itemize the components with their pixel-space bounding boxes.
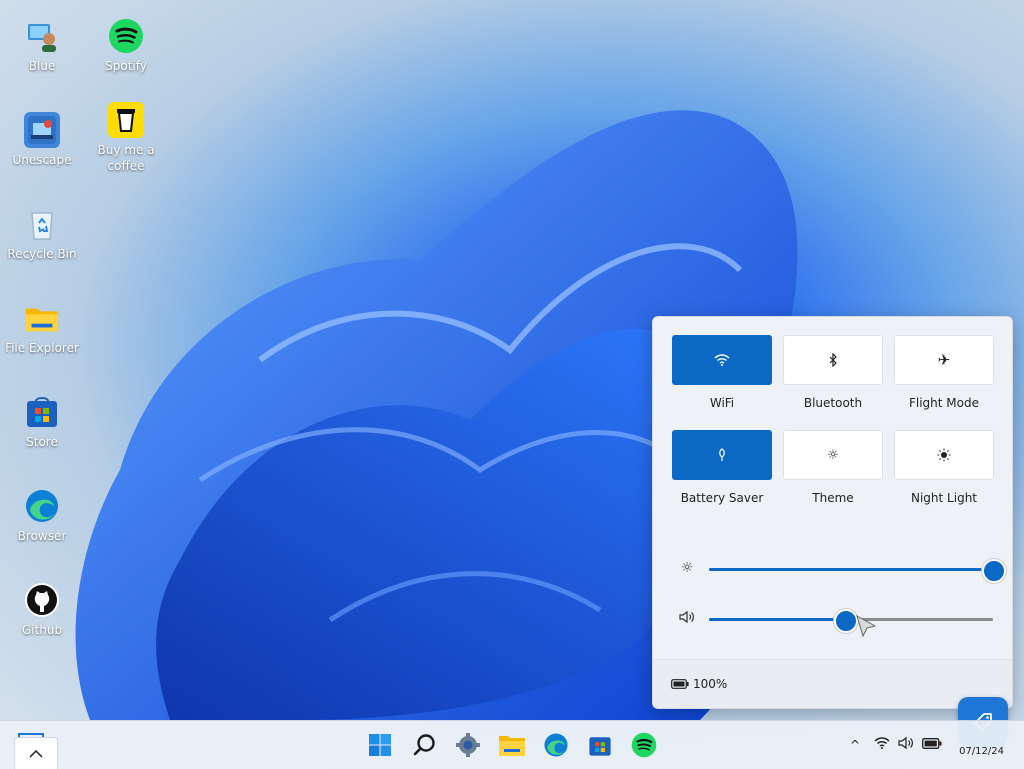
flight-mode-toggle[interactable]: ✈ bbox=[894, 335, 994, 385]
night-light-icon bbox=[937, 448, 951, 462]
desktop-icon-label: Store bbox=[26, 435, 58, 449]
night-light-toggle[interactable] bbox=[894, 430, 994, 480]
desktop-icon-file-explorer[interactable]: File Explorer bbox=[0, 300, 84, 356]
tile-label: Battery Saver bbox=[680, 491, 764, 505]
theme-toggle[interactable]: ☼ bbox=[783, 430, 883, 480]
recycle-bin-icon bbox=[24, 206, 60, 242]
battery-saver-toggle[interactable] bbox=[672, 430, 772, 480]
volume-status-icon[interactable] bbox=[898, 736, 916, 754]
volume-slider-fill bbox=[709, 618, 846, 621]
user-computer-icon bbox=[24, 18, 60, 54]
system-tray: ^ bbox=[846, 721, 942, 769]
taskbar-spotify-button[interactable] bbox=[628, 729, 660, 761]
wifi-status-icon[interactable] bbox=[874, 737, 892, 753]
windows-start-icon bbox=[369, 734, 391, 756]
theme-icon: ☼ bbox=[827, 447, 839, 463]
battery-icon bbox=[671, 679, 689, 689]
taskbar-store-button[interactable] bbox=[584, 729, 616, 761]
show-hidden-icons-button[interactable] bbox=[14, 737, 58, 769]
desktop-icon-store[interactable]: Store bbox=[0, 394, 84, 450]
desktop-icon-unescape[interactable]: Unescape bbox=[0, 112, 84, 168]
tile-label: Theme bbox=[812, 491, 854, 505]
github-icon bbox=[24, 582, 60, 618]
taskbar-settings-button[interactable] bbox=[452, 729, 484, 761]
desktop-icon-spotify[interactable]: Spotify bbox=[84, 18, 168, 74]
desktop-icon-label: Github bbox=[21, 623, 63, 637]
bluetooth-icon bbox=[829, 353, 837, 367]
brightness-slider-row: ☼ bbox=[677, 559, 1006, 583]
tile-theme[interactable]: ☼ Theme bbox=[783, 430, 883, 505]
volume-slider-row bbox=[677, 609, 993, 633]
taskbar-search-button[interactable] bbox=[409, 729, 441, 761]
coffee-cup-icon bbox=[108, 102, 144, 138]
bluetooth-toggle[interactable] bbox=[783, 335, 883, 385]
chevron-up-icon bbox=[29, 749, 43, 758]
desktop-icon-label: Unescape bbox=[12, 153, 72, 167]
battery-status-icon[interactable] bbox=[922, 737, 942, 753]
desktop-icon-label: File Explorer bbox=[5, 341, 79, 355]
desktop-icon-label: Browser bbox=[17, 529, 67, 543]
edge-browser-icon bbox=[544, 733, 568, 757]
battery-saver-icon bbox=[719, 448, 725, 461]
desktop-icon-label: Recycle Bin bbox=[7, 247, 77, 261]
brightness-icon: ☼ bbox=[680, 560, 694, 576]
mouse-cursor-icon bbox=[856, 614, 877, 638]
desktop-icon-github[interactable]: Github bbox=[0, 582, 84, 638]
taskbar-browser-button[interactable] bbox=[540, 729, 572, 761]
tile-label: Bluetooth bbox=[803, 396, 863, 410]
start-button[interactable] bbox=[364, 729, 396, 761]
store-icon bbox=[24, 394, 60, 430]
brightness-slider-fill bbox=[709, 568, 993, 571]
folder-icon bbox=[24, 300, 60, 336]
desktop-icon-recycle-bin[interactable]: Recycle Bin bbox=[0, 206, 84, 262]
taskbar-file-explorer-button[interactable] bbox=[496, 729, 528, 761]
battery-percentage: 100% bbox=[693, 677, 728, 691]
wifi-icon bbox=[714, 354, 730, 366]
desktop-icon-blue[interactable]: Blue bbox=[0, 18, 84, 74]
unescape-app-icon bbox=[24, 112, 60, 148]
desktop-icon-buy-me-a-coffee[interactable]: Buy me a coffee bbox=[84, 102, 168, 174]
spotify-icon bbox=[108, 18, 144, 54]
file-explorer-icon bbox=[499, 736, 525, 756]
store-icon bbox=[589, 737, 611, 756]
quick-settings-footer: 100% bbox=[653, 659, 1012, 708]
chevron-up-icon[interactable]: ^ bbox=[846, 738, 864, 752]
tile-battery-saver[interactable]: Battery Saver bbox=[672, 430, 772, 505]
tile-bluetooth[interactable]: Bluetooth bbox=[783, 335, 883, 410]
tile-night-light[interactable]: Night Light bbox=[894, 430, 994, 505]
desktop-icon-label: Buy me a coffee bbox=[97, 143, 155, 173]
search-icon bbox=[413, 734, 435, 756]
tile-wifi[interactable]: WiFi bbox=[672, 335, 772, 410]
airplane-icon: ✈ bbox=[937, 351, 951, 369]
wifi-toggle[interactable] bbox=[672, 335, 772, 385]
battery-status: 100% bbox=[671, 677, 727, 691]
desktop-icon-browser[interactable]: Browser bbox=[0, 488, 84, 544]
tile-label: Night Light bbox=[911, 491, 977, 505]
volume-icon bbox=[677, 610, 697, 628]
volume-slider[interactable] bbox=[709, 609, 993, 633]
tile-label: WiFi bbox=[709, 396, 735, 410]
spotify-icon bbox=[631, 732, 657, 758]
taskbar-clock[interactable]: 07/12/24 bbox=[959, 746, 1004, 757]
edge-browser-icon bbox=[24, 488, 60, 524]
brightness-slider-thumb[interactable] bbox=[982, 559, 1006, 583]
tile-flight-mode[interactable]: ✈ Flight Mode bbox=[894, 335, 994, 410]
desktop-icon-label: Spotify bbox=[105, 59, 147, 73]
tile-label: Flight Mode bbox=[908, 396, 979, 410]
desktop-icon-label: Blue bbox=[28, 59, 56, 73]
brightness-slider[interactable] bbox=[709, 559, 1006, 583]
settings-gear-icon bbox=[456, 733, 480, 757]
taskbar: ^ 07/12/24 bbox=[0, 720, 1024, 769]
quick-settings-panel: WiFi Bluetooth ✈ Flight Mode Battery Sav… bbox=[652, 316, 1013, 709]
